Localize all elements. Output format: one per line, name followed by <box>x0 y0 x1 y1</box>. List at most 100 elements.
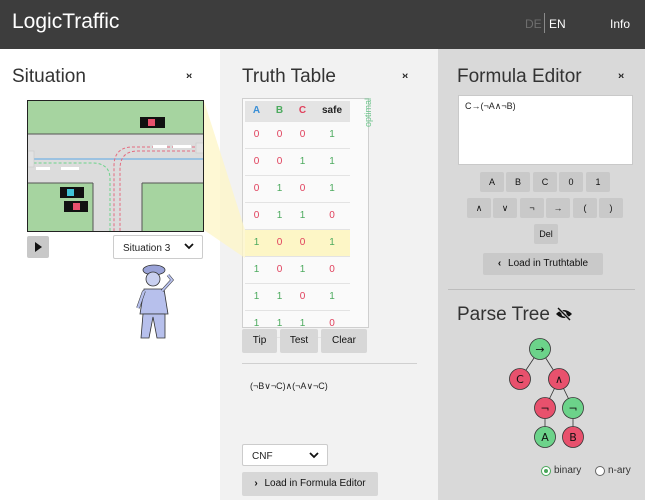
column-header-a: A <box>245 101 268 122</box>
lang-separator <box>544 13 545 33</box>
collapse-icon[interactable]: ›‹ <box>618 70 624 82</box>
tree-node-label: C <box>516 373 524 386</box>
binary-radio[interactable] <box>541 466 551 476</box>
cell-a: 1 <box>245 256 268 284</box>
key-and[interactable]: ∧ <box>467 198 491 218</box>
parse-tree-title: Parse Tree <box>457 304 550 325</box>
chevron-left-icon: ‹ <box>497 258 502 269</box>
key-close-paren[interactable]: ) <box>599 198 623 218</box>
clear-button[interactable]: Clear <box>321 329 367 353</box>
key-b[interactable]: B <box>506 172 530 192</box>
info-link[interactable]: Info <box>610 17 630 31</box>
load-in-truthtable-label: Load in Truthtable <box>508 258 589 269</box>
tree-node-label: ∧ <box>555 373 563 386</box>
policeman-illustration <box>136 264 174 339</box>
normal-form-select-value: CNF <box>252 451 273 462</box>
tree-node-label: A <box>541 431 549 444</box>
cell-safe[interactable]: 1 <box>314 175 350 203</box>
situation-select[interactable]: Situation 3 <box>113 235 203 259</box>
truth-table-row: 0001 <box>245 121 350 149</box>
formula-editor-title: Formula Editor <box>457 66 582 87</box>
key-not[interactable]: ¬ <box>520 198 544 218</box>
key-or[interactable]: ∨ <box>493 198 517 218</box>
collapse-icon[interactable]: ›‹ <box>186 70 192 82</box>
truth-table-row: 0110 <box>245 202 350 230</box>
truth-table-row: 1010 <box>245 256 350 284</box>
formula-input[interactable]: C→(¬A∧¬B) <box>458 95 633 165</box>
column-header-c: C <box>291 101 314 122</box>
cell-c: 0 <box>291 175 314 203</box>
cell-c: 0 <box>291 229 314 257</box>
key-0[interactable]: 0 <box>559 172 583 192</box>
column-header-safe: safe <box>314 101 350 122</box>
optimal-label: optimal <box>363 97 373 127</box>
tree-node-label: ¬ <box>568 402 577 415</box>
cell-b: 1 <box>268 283 291 311</box>
truth-table: A B C safe 00010011010101101001101011011… <box>245 101 350 338</box>
binary-label: binary <box>554 465 582 476</box>
load-in-truthtable-button[interactable]: ‹ Load in Truthtable <box>483 253 603 275</box>
cell-a: 0 <box>245 121 268 149</box>
divider <box>448 289 635 290</box>
cell-safe[interactable]: 1 <box>314 121 350 149</box>
cell-safe[interactable]: 1 <box>314 283 350 311</box>
truth-table-panel: Truth Table ›‹ A B C safe 00010011010101… <box>220 49 438 500</box>
cell-c: 0 <box>291 283 314 311</box>
tree-node-label: → <box>535 343 544 356</box>
column-header-b: B <box>268 101 291 122</box>
cell-b: 0 <box>268 148 291 176</box>
traffic-scene <box>27 100 204 232</box>
cell-b: 0 <box>268 256 291 284</box>
cell-c: 0 <box>291 121 314 149</box>
cell-a: 0 <box>245 175 268 203</box>
normal-form-select[interactable]: CNF <box>242 444 328 466</box>
situation-title: Situation <box>12 66 86 87</box>
truth-table-row: 0011 <box>245 148 350 176</box>
truth-table-header: A B C safe <box>245 101 350 122</box>
cell-b: 0 <box>268 121 291 149</box>
chevron-down-icon <box>309 452 319 459</box>
play-button[interactable] <box>27 236 49 258</box>
top-bar: LogicTraffic DE EN Info <box>0 0 645 49</box>
cell-safe[interactable]: 1 <box>314 229 350 257</box>
delete-key[interactable]: Del <box>534 224 558 244</box>
app-title: LogicTraffic <box>12 10 120 33</box>
chevron-down-icon <box>184 243 194 250</box>
cell-safe[interactable]: 0 <box>314 256 350 284</box>
test-button[interactable]: Test <box>280 329 318 353</box>
key-1[interactable]: 1 <box>586 172 610 192</box>
lang-de-link[interactable]: DE <box>525 17 542 31</box>
lang-en-link[interactable]: EN <box>549 17 566 31</box>
intersection-map <box>28 101 203 231</box>
cell-safe[interactable]: 1 <box>314 148 350 176</box>
truth-table-title: Truth Table <box>242 66 336 87</box>
cell-b: 0 <box>268 229 291 257</box>
tip-button[interactable]: Tip <box>242 329 277 353</box>
tree-node-label: ¬ <box>540 402 549 415</box>
cell-a: 1 <box>245 229 268 257</box>
cell-safe[interactable]: 0 <box>314 202 350 230</box>
cell-b: 1 <box>268 202 291 230</box>
load-in-formula-editor-label: Load in Formula Editor <box>264 478 366 489</box>
parse-tree-diagram: → C ∧ ¬ ¬ A B <box>509 338 584 448</box>
situation-panel: Situation ›‹ Situation 3 <box>0 49 220 500</box>
cell-a: 0 <box>245 148 268 176</box>
cell-c: 1 <box>291 148 314 176</box>
truth-table-row: 1101 <box>245 283 350 311</box>
result-formula: (¬B∨¬C)∧(¬A∨¬C) <box>250 381 328 391</box>
cell-c: 1 <box>291 256 314 284</box>
key-a[interactable]: A <box>480 172 504 192</box>
tree-node-label: B <box>569 431 577 444</box>
eye-slash-icon[interactable] <box>555 307 573 321</box>
load-in-formula-editor-button[interactable]: › Load in Formula Editor <box>242 472 378 496</box>
collapse-icon[interactable]: ›‹ <box>402 70 408 82</box>
key-c[interactable]: C <box>533 172 557 192</box>
truth-table-row: 0101 <box>245 175 350 203</box>
cell-b: 1 <box>268 175 291 203</box>
key-open-paren[interactable]: ( <box>573 198 597 218</box>
nary-radio[interactable] <box>595 466 605 476</box>
divider <box>242 363 417 364</box>
situation-select-value: Situation 3 <box>123 243 171 254</box>
cell-c: 1 <box>291 202 314 230</box>
key-implies[interactable]: → <box>546 198 570 218</box>
